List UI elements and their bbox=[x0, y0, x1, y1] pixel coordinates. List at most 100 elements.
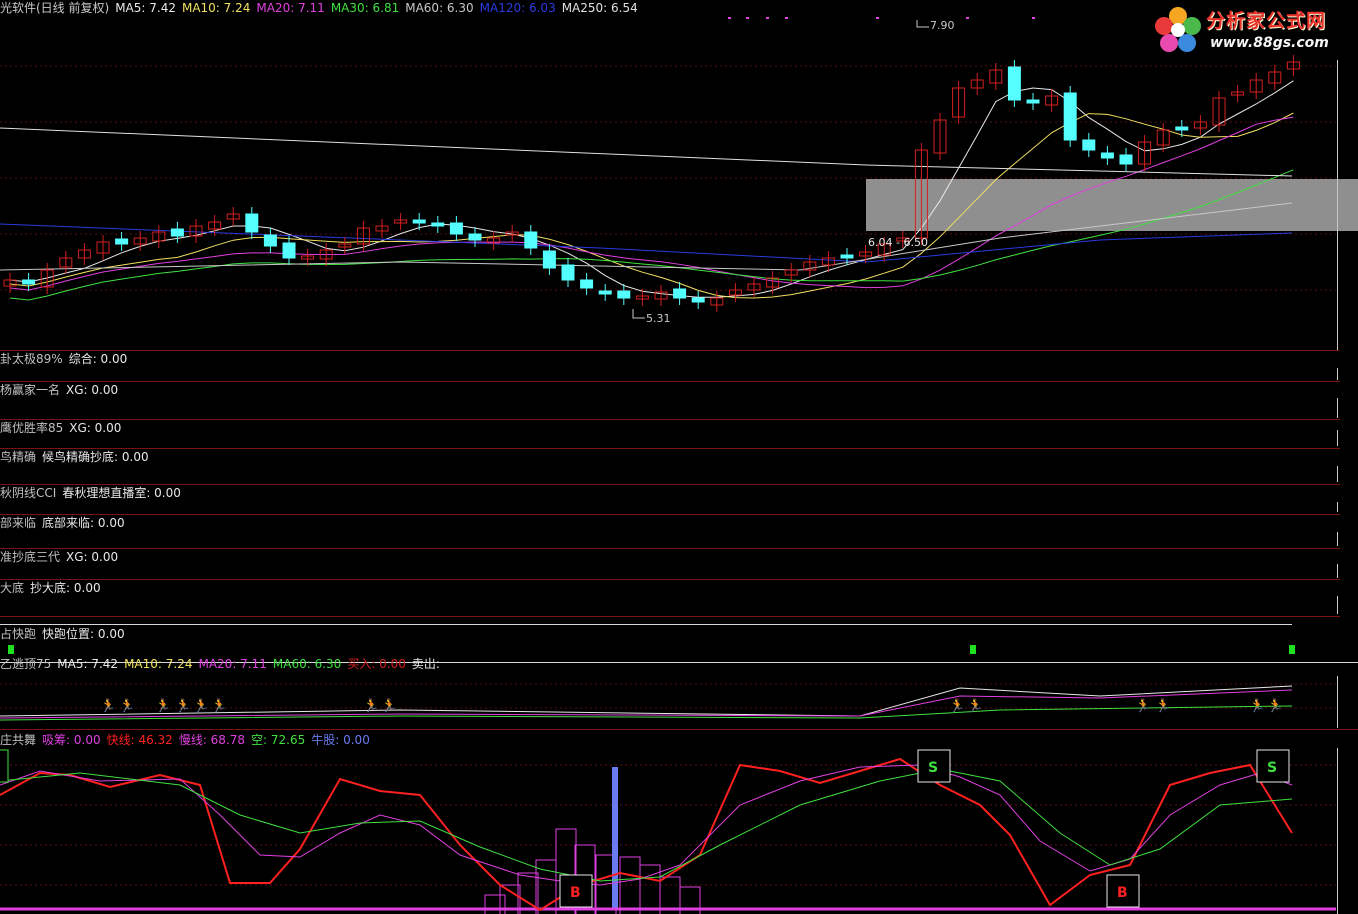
runner-icon: 🏃 bbox=[175, 698, 191, 714]
candle-body bbox=[617, 290, 631, 299]
candle-body bbox=[1007, 66, 1021, 101]
candle-body bbox=[1119, 154, 1133, 165]
panel-name: 鹰优胜率85 bbox=[0, 421, 64, 435]
indicator-panel-7[interactable]: 准抄底三代 XG: 0.00 bbox=[0, 550, 124, 564]
cursor-line bbox=[1337, 430, 1338, 446]
sell-signal-label: S bbox=[928, 760, 938, 776]
panel-value: XG: 0.00 bbox=[69, 421, 122, 435]
accumulation-bar bbox=[484, 894, 506, 914]
candle-body bbox=[170, 228, 184, 237]
cursor-line bbox=[1337, 398, 1338, 418]
runner-icon: 🏃 bbox=[119, 698, 135, 714]
fast-line bbox=[0, 757, 1293, 912]
cursor-line bbox=[1337, 368, 1338, 380]
indicator-panel-5[interactable]: 秋阴线CCI 春秋理想直播室: 0.00 bbox=[0, 486, 187, 500]
price-zone-box bbox=[866, 179, 1358, 231]
cursor-line bbox=[1337, 532, 1338, 546]
runner-icon: 🏃 bbox=[967, 698, 983, 714]
panel-name: 卦太极89% bbox=[0, 352, 63, 366]
signal-marker bbox=[8, 645, 14, 654]
panel-separator bbox=[0, 616, 1340, 617]
cursor-line bbox=[1337, 60, 1338, 350]
candle-body bbox=[468, 233, 482, 241]
candle-body bbox=[580, 279, 594, 289]
runner-icon: 🏃 bbox=[1249, 698, 1265, 714]
ma250-line bbox=[0, 127, 1293, 177]
indicator-panel-4[interactable]: 鸟精确 候鸟精确抄底: 0.00 bbox=[0, 450, 155, 464]
panel-baseline bbox=[0, 624, 1292, 625]
candle-body bbox=[263, 234, 277, 247]
candle-body bbox=[115, 238, 129, 245]
panel-separator bbox=[0, 514, 1340, 515]
runner-icon: 🏃 bbox=[100, 698, 116, 714]
signal-marker bbox=[970, 645, 976, 654]
candle-body bbox=[22, 279, 36, 285]
panel-name: 占快跑 bbox=[0, 627, 37, 641]
panel-value: XG: 0.00 bbox=[66, 550, 119, 564]
candle-body bbox=[412, 219, 426, 224]
cursor-line bbox=[1337, 502, 1338, 512]
runner-icon: 🏃 bbox=[155, 698, 171, 714]
kong-line bbox=[0, 768, 1293, 882]
cursor-line bbox=[1337, 596, 1338, 614]
panel-separator bbox=[0, 448, 1340, 449]
signal-edge-box bbox=[0, 749, 9, 783]
candle-body bbox=[1082, 139, 1096, 151]
runner-icon: 🏃 bbox=[949, 698, 965, 714]
candle-body bbox=[598, 290, 612, 295]
runner-icon: 🏃 bbox=[193, 698, 209, 714]
signal-marker bbox=[1289, 645, 1295, 654]
runner-icon: 🏃 bbox=[363, 698, 379, 714]
panel-separator bbox=[0, 548, 1340, 549]
candle-body bbox=[449, 222, 463, 235]
indicator-panel-2[interactable]: 杨赢家一名 XG: 0.00 bbox=[0, 383, 124, 397]
runner-icon: 🏃 bbox=[1135, 698, 1151, 714]
candle-body bbox=[431, 222, 445, 227]
candle-body bbox=[1175, 126, 1189, 131]
panel-separator bbox=[0, 579, 1340, 580]
candle-body bbox=[691, 297, 705, 303]
indicator-panel-8[interactable]: 大底 抄大底: 0.00 bbox=[0, 581, 107, 595]
buy-signal-label: B bbox=[570, 885, 581, 901]
buy-signal-label: B bbox=[1117, 885, 1128, 901]
panel-name: 鸟精确 bbox=[0, 450, 37, 464]
candle-body bbox=[1100, 152, 1114, 159]
candle-body bbox=[840, 254, 854, 259]
panel-value: 综合: 0.00 bbox=[68, 352, 128, 366]
panel-separator bbox=[0, 484, 1340, 485]
candle-body bbox=[282, 242, 296, 259]
candle-body bbox=[673, 288, 687, 299]
cursor-line bbox=[1337, 564, 1338, 578]
candle-body bbox=[1026, 99, 1040, 104]
zone-range-label: 6.04 - 6.50 bbox=[868, 236, 928, 249]
candle-body bbox=[245, 213, 259, 233]
indicator-panel-3[interactable]: 鹰优胜率85 XG: 0.00 bbox=[0, 421, 127, 435]
panel-value: 快跑位置: 0.00 bbox=[42, 627, 125, 641]
cursor-line bbox=[1337, 466, 1338, 482]
panel-value: 候鸟精确抄底: 0.00 bbox=[42, 450, 149, 464]
runner-icon: 🏃 bbox=[1155, 698, 1171, 714]
runner-icon: 🏃 bbox=[381, 698, 397, 714]
panel-name: 杨赢家一名 bbox=[0, 383, 61, 397]
panel-name: 准抄底三代 bbox=[0, 550, 61, 564]
panel-name: 大底 bbox=[0, 581, 25, 595]
panel-separator bbox=[0, 350, 1340, 351]
panel-value: 抄大底: 0.00 bbox=[30, 581, 101, 595]
indicator-panel-6[interactable]: 部来临 底部来临: 0.00 bbox=[0, 516, 131, 530]
runner-icon: 🏃 bbox=[211, 698, 227, 714]
indicator-panel-9[interactable]: 占快跑 快跑位置: 0.00 bbox=[0, 627, 131, 641]
panel-separator bbox=[0, 419, 1340, 420]
runner-icon: 🏃 bbox=[1267, 698, 1283, 714]
panel-value: 春秋理想直播室: 0.00 bbox=[62, 486, 181, 500]
escape-chart[interactable]: 🏃 🏃 🏃 🏃 🏃 🏃 🏃 🏃 🏃 🏃 🏃 🏃 🏃 🏃 bbox=[0, 668, 1358, 730]
panel-value: XG: 0.00 bbox=[66, 383, 119, 397]
panel-value: 底部来临: 0.00 bbox=[42, 516, 125, 530]
dance-chart[interactable]: B S B S bbox=[0, 745, 1358, 914]
panel-name: 秋阴线CCI bbox=[0, 486, 57, 500]
price-chart[interactable]: 7.90 5.31 6.04 - 6.50 bbox=[0, 0, 1358, 352]
candle-body bbox=[1063, 92, 1077, 141]
candle-body bbox=[542, 250, 556, 269]
high-price-label: 7.90 bbox=[930, 19, 955, 32]
indicator-panel-1[interactable]: 卦太极89% 综合: 0.00 bbox=[0, 352, 133, 366]
candle-body bbox=[524, 231, 538, 249]
